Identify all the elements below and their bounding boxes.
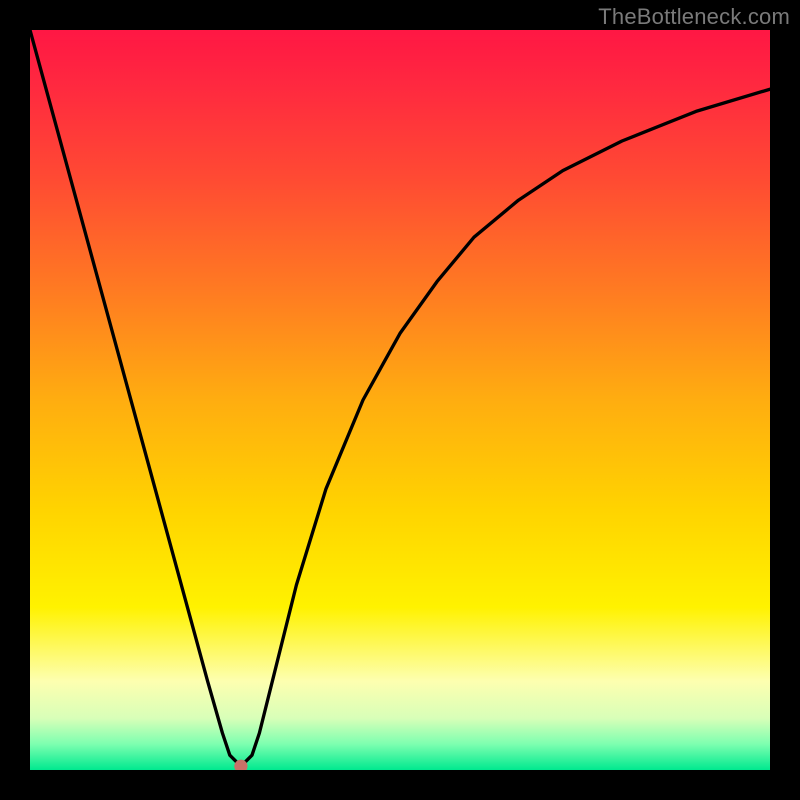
bottleneck-curve bbox=[30, 30, 770, 763]
chart-frame: TheBottleneck.com bbox=[0, 0, 800, 800]
curve-layer bbox=[30, 30, 770, 770]
plot-area bbox=[30, 30, 770, 770]
watermark-text: TheBottleneck.com bbox=[598, 4, 790, 30]
